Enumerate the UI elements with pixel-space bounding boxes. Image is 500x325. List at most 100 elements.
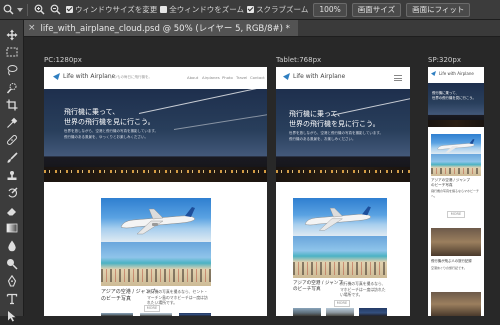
close-tab-icon[interactable]: ×: [28, 23, 36, 33]
beach-photo: [431, 154, 481, 176]
airplane-logo-icon: [431, 71, 436, 76]
fit-screen-button[interactable]: 画面サイズ: [352, 3, 401, 17]
resize-windows-checkbox[interactable]: ウィンドウサイズを変更: [66, 4, 157, 15]
airplane-photo: [293, 198, 387, 236]
site-title: Life with Airplane: [439, 71, 474, 76]
brush-tool-icon[interactable]: [0, 149, 24, 167]
tool-preset-dropdown-icon[interactable]: [16, 3, 24, 17]
article-text: 飛行機の写真を撮るなら、マホビーチは一度は訪れたい場所です。: [340, 281, 388, 298]
pen-tool-icon[interactable]: [0, 272, 24, 290]
hero-title: 飛行機に乗って、 世界の飛行機を見に行こう。: [432, 91, 476, 101]
hero-image: 飛行機に乗って、 世界の飛行機を見に行こう。 世界を旅しながら、空港と飛行機の写…: [44, 89, 267, 182]
site-header: Life with Airplane: [276, 67, 410, 89]
eraser-tool-icon[interactable]: [0, 202, 24, 220]
zoom-all-windows-checkbox[interactable]: 全ウィンドウをズーム: [160, 4, 244, 15]
beach-crowd: [293, 262, 387, 275]
options-bar: ウィンドウサイズを変更 全ウィンドウをズーム スクラブズーム 100% 画面サイ…: [0, 0, 500, 20]
zoom-tool-icon[interactable]: [0, 3, 16, 17]
scrubby-zoom-checkbox[interactable]: スクラブズーム: [247, 4, 308, 15]
article-thumbnail[interactable]: [326, 308, 354, 316]
beach-photo: [101, 242, 211, 286]
zoom-in-icon[interactable]: [31, 3, 47, 17]
document-tab[interactable]: × life_with_airplane_cloud.psd @ 50% (レイ…: [24, 20, 298, 36]
zoom-out-icon[interactable]: [47, 3, 63, 17]
checkbox-checked-icon: [66, 6, 73, 13]
move-tool-icon[interactable]: [0, 26, 24, 44]
nav-item[interactable]: About: [187, 75, 198, 80]
hero-image: 飛行機に乗って、 世界の飛行機を見に行こう。: [428, 83, 484, 127]
airplane-logo-icon: [283, 73, 290, 80]
site-title: Life with Airplane: [293, 73, 345, 80]
more-button[interactable]: MORE: [144, 305, 160, 312]
hero-image: 飛行機に乗って、 世界の飛行機を見に行こう。 世界を旅しながら、空港と飛行機の写…: [276, 89, 410, 182]
path-select-tool-icon[interactable]: [0, 308, 24, 325]
article-text: 飛行機の写真を撮るなら、セント・マーチン島のマホビーチは一度は訪れたい場所です。: [147, 289, 211, 306]
article-thumbnail[interactable]: [359, 308, 387, 316]
airplane-photo: [431, 134, 481, 154]
site-logo: Life with Airplane: [53, 73, 115, 80]
artboard-label-tablet[interactable]: Tablet:768px: [276, 56, 321, 64]
quick-select-tool-icon[interactable]: [0, 79, 24, 97]
checkbox-checked-icon: [247, 6, 254, 13]
city-skyline: [428, 120, 484, 127]
hero-subtitle: 世界を旅しながら、空港と飛行機の写真を撮影しています。 飛行機のある風景を、お楽…: [289, 131, 383, 142]
artboard-sp[interactable]: Life with Airplane 飛行機に乗って、 世界の飛行機を見に行こう…: [428, 67, 484, 316]
artboard-label-sp[interactable]: SP:320px: [428, 56, 461, 64]
dodge-tool-icon[interactable]: [0, 255, 24, 273]
light-streak: [139, 89, 264, 114]
fill-screen-button[interactable]: 画面にフィット: [406, 3, 470, 17]
article-thumbnail[interactable]: [431, 292, 481, 316]
article-title: アジアの空港 / ジャンプ のビーチ写真: [431, 178, 470, 187]
airplane-icon: [119, 201, 197, 237]
hero-subtitle: 世界を旅しながら、空港と飛行機の写真を撮影しています。 飛行機のある風景を、ゆっ…: [64, 129, 158, 140]
document-tab-bar: × life_with_airplane_cloud.psd @ 50% (レイ…: [24, 20, 500, 37]
city-lights: [276, 170, 410, 173]
resize-windows-label: ウィンドウサイズを変更: [75, 4, 157, 15]
gradient-tool-icon[interactable]: [0, 220, 24, 238]
beach-photo: [293, 236, 387, 278]
tools-panel: [0, 20, 24, 316]
article-text: 空港めぐりの旅行記です。: [431, 266, 481, 271]
clone-stamp-tool-icon[interactable]: [0, 167, 24, 185]
spot-healing-tool-icon[interactable]: [0, 132, 24, 150]
site-tagline: いつもの毎日に飛行機を。: [110, 75, 152, 80]
checkbox-unchecked-icon: [160, 6, 167, 13]
document-title: life_with_airplane_cloud.psd @ 50% (レイヤー…: [41, 22, 290, 34]
canvas-area[interactable]: PC:1280px Life with Airplane いつもの毎日に飛行機を…: [24, 37, 500, 316]
site-logo: Life with Airplane: [283, 73, 345, 80]
airplane-icon: [303, 201, 373, 233]
nav-item[interactable]: Contact: [250, 75, 265, 80]
beach-crowd: [431, 168, 481, 175]
type-tool-icon[interactable]: [0, 290, 24, 308]
artboard-pc[interactable]: Life with Airplane いつもの毎日に飛行機を。 About Ai…: [44, 67, 267, 316]
more-button[interactable]: MORE: [447, 211, 465, 218]
article-text: 飛行機の写真を撮るならマホビーチへ。: [431, 189, 481, 198]
article-thumbnail[interactable]: [431, 228, 481, 256]
lasso-tool-icon[interactable]: [0, 61, 24, 79]
site-logo: Life with Airplane: [431, 71, 474, 76]
article-title: 飛行機が飛ぶ人の旅行記録: [431, 259, 472, 263]
nav-item[interactable]: Airplanes: [202, 75, 220, 80]
article-thumbnail[interactable]: [293, 308, 321, 316]
history-brush-tool-icon[interactable]: [0, 184, 24, 202]
blur-tool-icon[interactable]: [0, 237, 24, 255]
eyedropper-tool-icon[interactable]: [0, 114, 24, 132]
more-button[interactable]: MORE: [334, 300, 350, 307]
divider: [27, 4, 28, 16]
airplane-photo: [101, 198, 211, 242]
article-title: アジアの空港 / ジャンプ のビーチ写真: [293, 281, 343, 293]
zoom-100-button[interactable]: 100%: [313, 3, 346, 17]
crop-tool-icon[interactable]: [0, 96, 24, 114]
beach-crowd: [101, 269, 211, 282]
site-title: Life with Airplane: [63, 73, 115, 80]
light-streak: [174, 114, 267, 130]
nav-item[interactable]: Photo: [222, 75, 233, 80]
marquee-tool-icon[interactable]: [0, 44, 24, 62]
artboard-tablet[interactable]: Life with Airplane 飛行機に乗って、 世界の飛行機を見に行こう…: [276, 67, 410, 316]
hamburger-menu-icon[interactable]: [394, 75, 402, 81]
nav-item[interactable]: Travel: [236, 75, 247, 80]
artboard-label-pc[interactable]: PC:1280px: [44, 56, 82, 64]
airplane-logo-icon: [53, 73, 60, 80]
site-header: Life with Airplane いつもの毎日に飛行機を。 About Ai…: [44, 67, 267, 89]
airplane-icon: [435, 136, 477, 154]
